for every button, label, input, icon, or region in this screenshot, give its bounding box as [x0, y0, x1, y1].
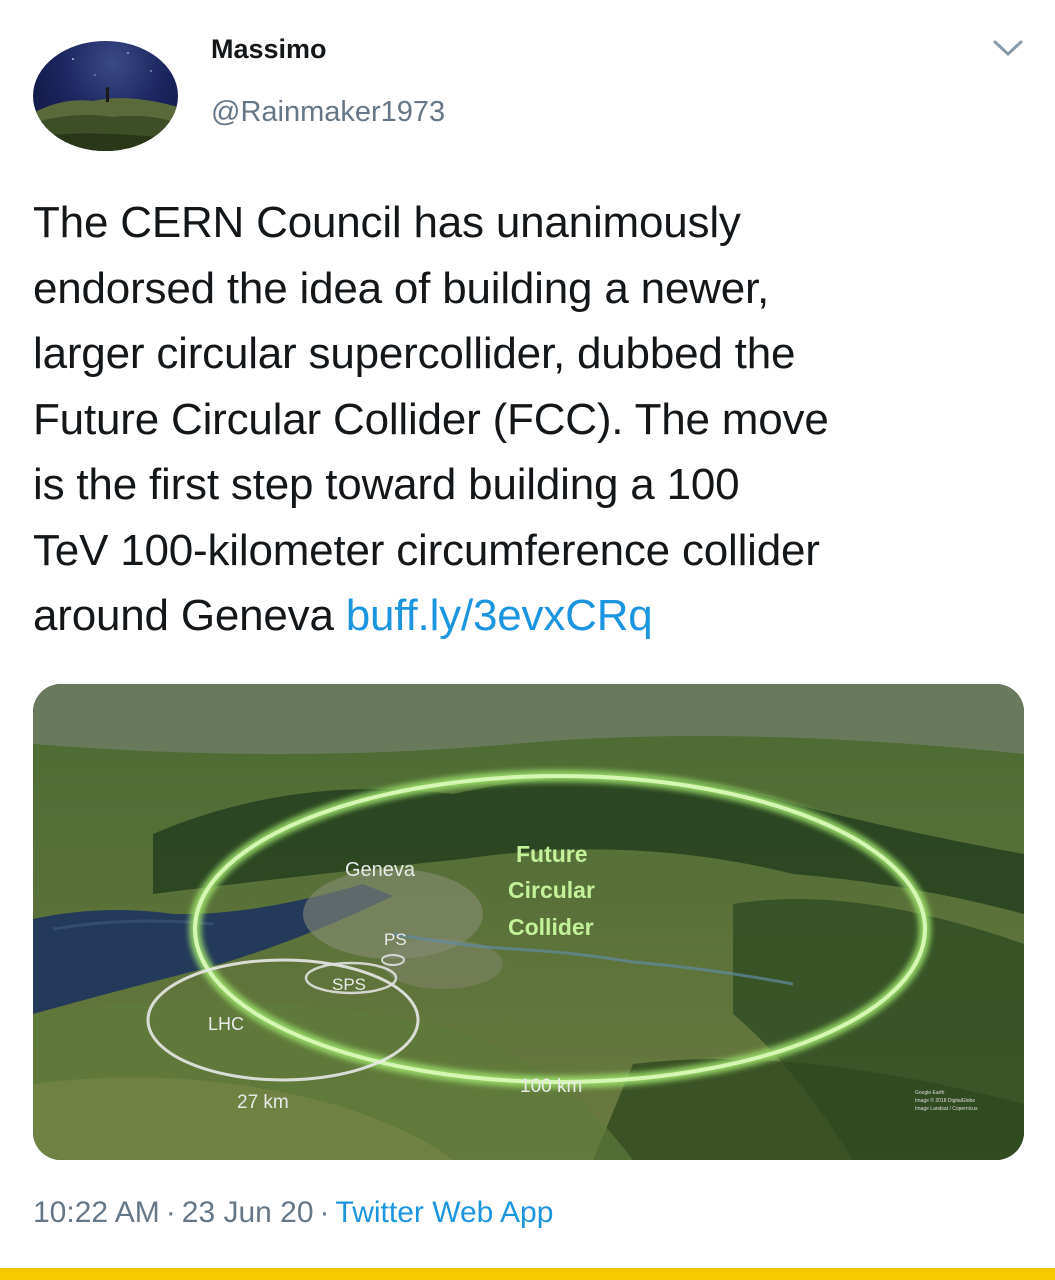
label-geneva: Geneva	[345, 859, 416, 881]
label-lhc: LHC	[208, 1014, 244, 1034]
tweet-date[interactable]: 23 Jun 20	[182, 1196, 314, 1229]
tweet-link[interactable]: buff.ly/3evxCRq	[346, 591, 653, 640]
image-credit-line: Image © 2018 DigitalGlobe	[915, 1097, 975, 1104]
tweet-text-line: around Geneva	[33, 591, 346, 640]
tweet-media-image[interactable]: Geneva Future Circular Collider PS SPS L…	[33, 684, 1024, 1160]
tweet-text-line: Future Circular Collider (FCC). The move	[33, 394, 829, 444]
label-circular: Circular	[508, 877, 595, 903]
tweet-text-line: larger circular supercollider, dubbed th…	[33, 329, 796, 378]
avatar[interactable]	[33, 41, 178, 151]
label-sps: SPS	[332, 975, 366, 994]
label-future: Future	[516, 841, 588, 867]
meta-separator: ·	[319, 1196, 330, 1229]
tweet-text-line: endorsed the idea of building a newer,	[33, 263, 770, 313]
label-ps: PS	[384, 930, 407, 949]
label-lhc-size: 27 km	[237, 1092, 289, 1113]
image-credit-line: Image Landsat / Copernicus	[915, 1106, 978, 1112]
chevron-down-icon[interactable]	[990, 36, 1026, 60]
label-fcc-size: 100 km	[520, 1076, 582, 1097]
tweet-text-line: TeV 100-kilometer circumference collider	[33, 525, 820, 575]
tweet-time[interactable]: 10:22 AM	[33, 1196, 160, 1229]
tweet-meta: 10:22 AM · 23 Jun 20 · Twitter Web App	[33, 1196, 553, 1230]
tweet-text-line: The CERN Council has unanimously	[33, 198, 741, 247]
bottom-accent-bar	[0, 1268, 1055, 1280]
tweet-text-line: is the first step toward building a 100	[33, 460, 740, 509]
tweet-source-app[interactable]: Twitter Web App	[336, 1196, 554, 1229]
fcc-map-image: Geneva Future Circular Collider PS SPS L…	[33, 684, 1024, 1160]
avatar-image	[33, 52, 178, 151]
tweet-text-last-line: around Geneva buff.ly/3evxCRq	[33, 583, 1033, 649]
tweet-text: The CERN Council has unanimously endorse…	[33, 190, 1033, 649]
author-handle[interactable]: @Rainmaker1973	[211, 96, 445, 129]
meta-separator: ·	[165, 1196, 176, 1229]
image-credit-line: Google Earth	[915, 1090, 945, 1096]
author-name[interactable]: Massimo	[211, 34, 327, 65]
label-collider: Collider	[508, 914, 594, 940]
